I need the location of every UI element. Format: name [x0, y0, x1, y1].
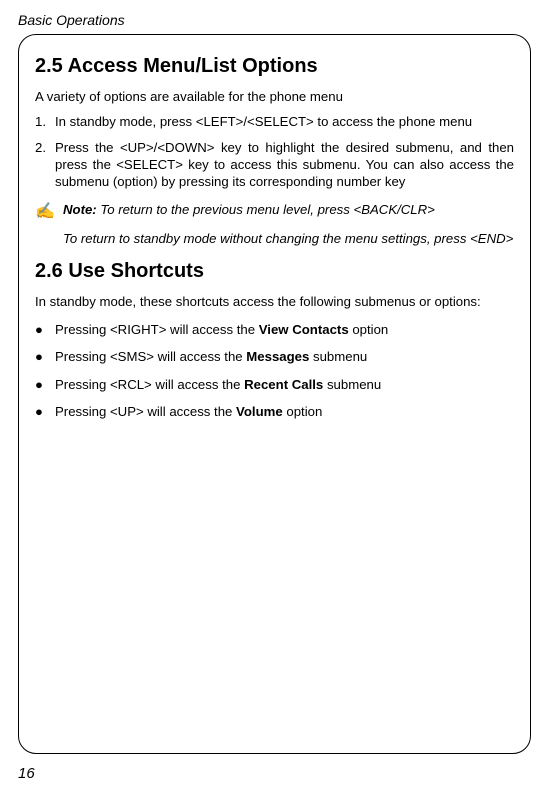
bullet-text: Pressing <RIGHT> will access the View Co… — [55, 321, 514, 338]
chapter-header: Basic Operations — [18, 12, 531, 28]
bullet-pre: Pressing <RIGHT> will access the — [55, 322, 259, 337]
note-text: To return to the previous menu level, pr… — [97, 202, 435, 217]
section-intro: In standby mode, these shortcuts access … — [35, 293, 514, 310]
list-item: ● Pressing <SMS> will access the Message… — [35, 348, 514, 365]
bullet-bold: Messages — [246, 349, 309, 364]
bullet-list: ● Pressing <RIGHT> will access the View … — [35, 321, 514, 421]
bullet-post: submenu — [309, 349, 367, 364]
bullet-post: submenu — [323, 377, 381, 392]
bullet-pre: Pressing <SMS> will access the — [55, 349, 246, 364]
note-continuation: To return to standby mode without changi… — [63, 230, 514, 248]
bullet-bold: Volume — [236, 404, 283, 419]
step-text: In standby mode, press <LEFT>/<SELECT> t… — [55, 113, 514, 130]
bullet-icon: ● — [35, 321, 55, 338]
page-number: 16 — [18, 765, 35, 782]
bullet-pre: Pressing <UP> will access the — [55, 404, 236, 419]
page: Basic Operations 2.5 Access Menu/List Op… — [0, 0, 545, 790]
step-item: 2. Press the <UP>/<DOWN> key to highligh… — [35, 139, 514, 191]
step-number: 2. — [35, 139, 55, 191]
note-block: ✍ Note: To return to the previous menu l… — [35, 201, 514, 223]
bullet-bold: Recent Calls — [244, 377, 323, 392]
section-intro: A variety of options are available for t… — [35, 88, 514, 105]
bullet-post: option — [349, 322, 389, 337]
list-item: ● Pressing <RIGHT> will access the View … — [35, 321, 514, 338]
note-body: Note: To return to the previous menu lev… — [63, 201, 514, 223]
bullet-icon: ● — [35, 348, 55, 365]
bullet-text: Pressing <RCL> will access the Recent Ca… — [55, 376, 514, 393]
bullet-icon: ● — [35, 376, 55, 393]
bullet-text: Pressing <UP> will access the Volume opt… — [55, 403, 514, 420]
bullet-icon: ● — [35, 403, 55, 420]
section-heading-2-5: 2.5 Access Menu/List Options — [35, 55, 514, 78]
content-frame: 2.5 Access Menu/List Options A variety o… — [18, 34, 531, 754]
list-item: ● Pressing <UP> will access the Volume o… — [35, 403, 514, 420]
section-heading-2-6: 2.6 Use Shortcuts — [35, 260, 514, 283]
step-number: 1. — [35, 113, 55, 130]
note-label: Note: — [63, 202, 97, 217]
step-item: 1. In standby mode, press <LEFT>/<SELECT… — [35, 113, 514, 130]
step-text: Press the <UP>/<DOWN> key to highlight t… — [55, 139, 514, 191]
bullet-bold: View Contacts — [259, 322, 349, 337]
write-icon: ✍ — [35, 201, 63, 223]
ordered-steps: 1. In standby mode, press <LEFT>/<SELECT… — [35, 113, 514, 191]
bullet-pre: Pressing <RCL> will access the — [55, 377, 244, 392]
list-item: ● Pressing <RCL> will access the Recent … — [35, 376, 514, 393]
bullet-post: option — [283, 404, 323, 419]
bullet-text: Pressing <SMS> will access the Messages … — [55, 348, 514, 365]
